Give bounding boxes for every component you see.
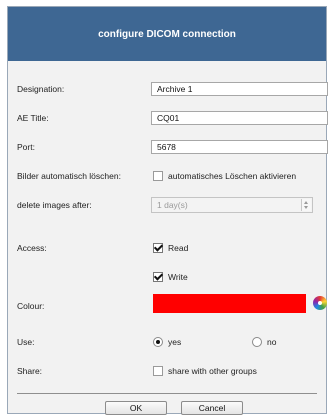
use-yes-label: yes: [168, 337, 182, 347]
ae-title-input[interactable]: CQ01: [151, 111, 328, 125]
button-separator: [17, 393, 317, 394]
share-checkbox-label: share with other groups: [168, 366, 257, 376]
dialog-title-bar: configure DICOM connection: [8, 7, 326, 61]
delete-after-label: delete images after:: [17, 200, 92, 210]
write-checkbox[interactable]: [153, 272, 163, 282]
designation-label: Designation:: [17, 84, 65, 94]
delete-after-value: 1 day(s): [157, 200, 188, 210]
use-label: Use:: [17, 337, 35, 347]
spin-up-icon[interactable]: [304, 201, 308, 204]
use-no-label: no: [267, 337, 277, 347]
spin-down-icon[interactable]: [304, 206, 308, 209]
share-checkbox[interactable]: [153, 366, 163, 376]
spinner-arrows[interactable]: [301, 199, 311, 211]
share-label: Share:: [17, 366, 43, 376]
designation-input[interactable]: Archive 1: [151, 82, 328, 96]
delete-after-spinbox[interactable]: 1 day(s): [151, 197, 313, 213]
auto-delete-checkbox[interactable]: [153, 171, 163, 181]
dialog-title: configure DICOM connection: [98, 28, 236, 40]
ae-title-label: AE Title:: [17, 113, 49, 123]
auto-delete-label: Bilder automatisch löschen:: [17, 171, 121, 181]
dicom-connection-dialog: configure DICOM connection Designation: …: [7, 6, 328, 415]
auto-delete-checkbox-label: automatisches Löschen aktivieren: [168, 171, 297, 181]
port-label: Port:: [17, 142, 35, 152]
use-yes-radio[interactable]: [153, 337, 163, 347]
port-input[interactable]: 5678: [151, 140, 328, 154]
use-no-radio[interactable]: [252, 337, 262, 347]
cancel-button[interactable]: Cancel: [181, 401, 243, 415]
colour-label: Colour:: [17, 301, 45, 311]
access-label: Access:: [17, 243, 47, 253]
write-label: Write: [168, 272, 188, 282]
ok-button[interactable]: OK: [105, 401, 167, 415]
read-label: Read: [168, 243, 189, 253]
colour-swatch[interactable]: [153, 294, 306, 313]
read-checkbox[interactable]: [153, 243, 163, 253]
colour-picker-icon[interactable]: [313, 296, 327, 310]
